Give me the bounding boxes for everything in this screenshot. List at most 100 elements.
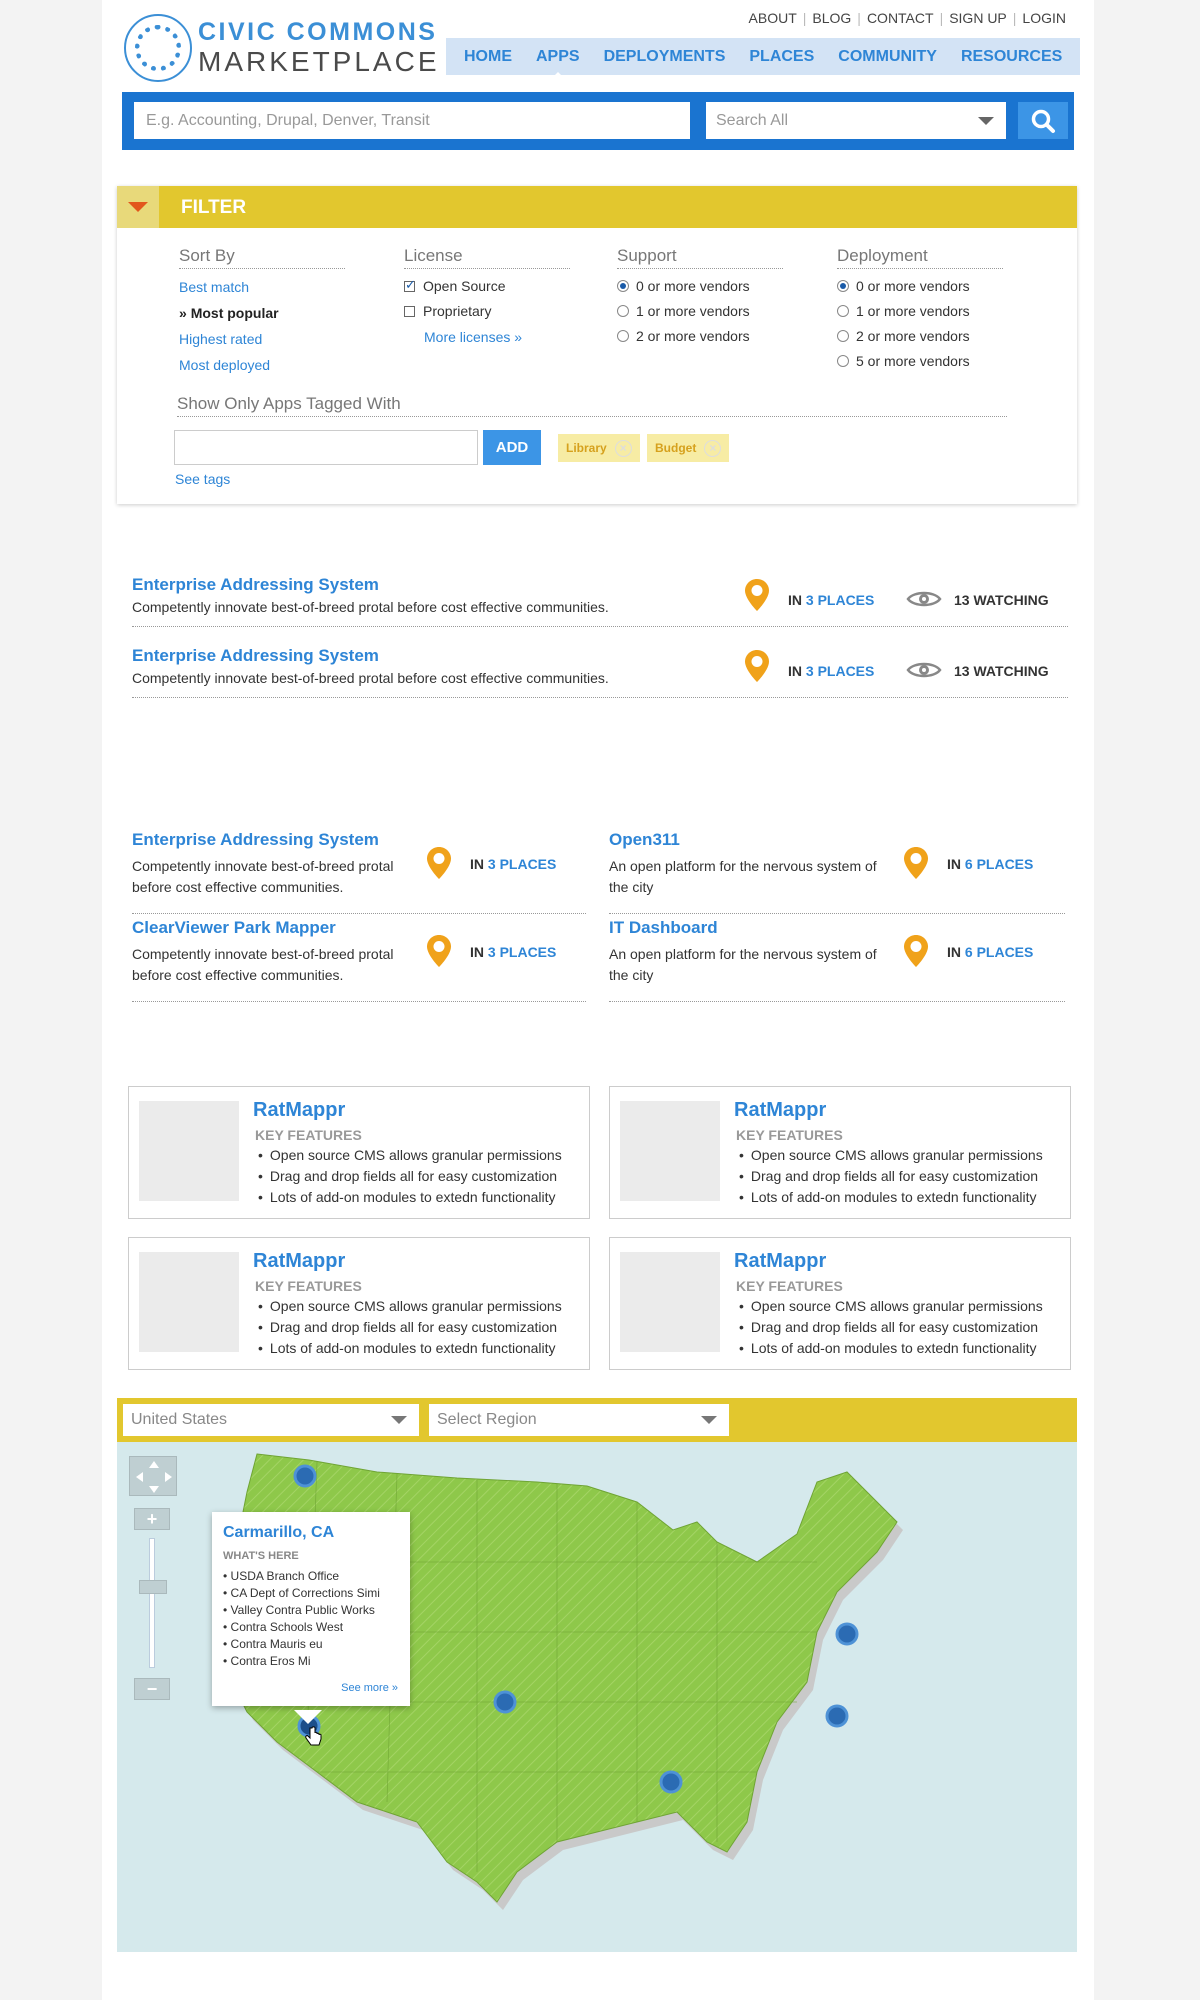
radio-selected[interactable] [617,280,629,292]
tag-input[interactable] [174,430,478,465]
radio-selected[interactable] [837,280,849,292]
app-title-link[interactable]: Enterprise Addressing System [132,830,379,850]
card-title[interactable]: RatMappr [734,1250,826,1273]
radio[interactable] [837,355,849,367]
sort-most-popular-label: Most popular [190,305,279,321]
sort-best-match[interactable]: Best match [179,279,345,295]
app-description: Competently innovate best-of-breed prota… [132,946,394,983]
deployment-option[interactable]: 2 or more vendors [837,328,1003,344]
popup-item: Contra Schools West [223,1619,380,1636]
app-card[interactable]: RatMappr KEY FEATURES Open source CMS al… [128,1237,590,1370]
see-more-link[interactable]: See more » [341,1682,398,1694]
region-select[interactable]: Select Region [429,1404,729,1436]
support-option[interactable]: 0 or more vendors [617,278,783,294]
see-tags-link[interactable]: See tags [175,471,230,487]
zoom-out-button[interactable]: − [134,1678,170,1700]
add-tag-button[interactable]: ADD [483,430,541,465]
feature-list: Open source CMS allows granular permissi… [748,1145,1043,1208]
radio[interactable] [837,305,849,317]
app-title-link[interactable]: ClearViewer Park Mapper [132,918,336,938]
nav-resources[interactable]: RESOURCES [961,48,1062,66]
places-link[interactable]: 3 PLACES [806,663,874,679]
map-marker[interactable] [835,1622,859,1646]
card-title[interactable]: RatMappr [253,1099,345,1122]
app-card[interactable]: RatMappr KEY FEATURES Open source CMS al… [128,1086,590,1219]
support-option-label: 0 or more vendors [636,278,750,294]
places-link[interactable]: 6 PLACES [965,944,1033,960]
main-nav: HOME APPS DEPLOYMENTS PLACES COMMUNITY R… [446,38,1080,78]
feature-item: Drag and drop fields all for easy custom… [267,1166,562,1187]
map-marker[interactable] [825,1704,849,1728]
support-option[interactable]: 2 or more vendors [617,328,783,344]
zoom-slider-handle[interactable] [139,1580,167,1594]
app-title-link[interactable]: Enterprise Addressing System [132,575,379,595]
sort-most-popular[interactable]: » Most popular [179,305,345,321]
deployment-option[interactable]: 5 or more vendors [837,353,1003,369]
close-icon[interactable]: × [614,439,632,457]
app-title-link[interactable]: IT Dashboard [609,918,718,938]
places-count: IN 3 PLACES [470,856,557,872]
deployment-option[interactable]: 0 or more vendors [837,278,1003,294]
map-view[interactable]: + − Carmarillo, CA WHAT'S HERE USDA Bran… [117,1442,1077,1952]
region-select-label: Select Region [437,1411,537,1428]
nav-places[interactable]: PLACES [749,48,814,66]
map-marker[interactable] [493,1690,517,1714]
more-licenses-link[interactable]: More licenses » [424,329,570,345]
nav-deployments[interactable]: DEPLOYMENTS [604,48,726,66]
search-input[interactable]: E.g. Accounting, Drupal, Denver, Transit [134,102,690,139]
card-title[interactable]: RatMappr [734,1099,826,1122]
zoom-slider-track[interactable] [149,1538,155,1668]
toplink-login[interactable]: LOGIN [1022,10,1066,26]
logo-subtitle: MARKETPLACE [198,46,440,77]
map-pin-icon [427,847,451,879]
license-proprietary[interactable]: Proprietary [404,303,570,319]
filter-header[interactable] [117,186,1077,228]
app-description: Competently innovate best-of-breed prota… [132,670,609,686]
close-icon[interactable]: × [704,439,722,457]
places-count: IN 3 PLACES [788,592,875,608]
radio[interactable] [617,330,629,342]
country-select[interactable]: United States [123,1404,419,1436]
places-link[interactable]: 6 PLACES [965,856,1033,872]
toplink-about[interactable]: ABOUT [749,10,797,26]
card-title[interactable]: RatMappr [253,1250,345,1273]
search-scope-select[interactable]: Search All [706,102,1006,139]
places-link[interactable]: 3 PLACES [806,592,874,608]
app-card[interactable]: RatMappr KEY FEATURES Open source CMS al… [609,1237,1071,1370]
sort-highest-rated[interactable]: Highest rated [179,331,345,347]
toplink-signup[interactable]: SIGN UP [949,10,1007,26]
places-link[interactable]: 3 PLACES [488,944,556,960]
zoom-in-button[interactable]: + [134,1508,170,1530]
app-card[interactable]: RatMappr KEY FEATURES Open source CMS al… [609,1086,1071,1219]
app-title-link[interactable]: Enterprise Addressing System [132,646,379,666]
nav-community[interactable]: COMMUNITY [838,48,937,66]
radio[interactable] [617,305,629,317]
pan-control[interactable] [129,1456,177,1496]
feature-list: Open source CMS allows granular permissi… [267,1296,562,1359]
license-open-source[interactable]: Open Source [404,277,570,294]
deployment-option-label: 1 or more vendors [856,303,970,319]
search-button[interactable] [1018,102,1068,139]
checkbox[interactable] [404,305,415,317]
support-option[interactable]: 1 or more vendors [617,303,783,319]
radio[interactable] [837,330,849,342]
map-marker[interactable] [293,1464,317,1488]
logo-icon[interactable] [124,14,192,82]
key-features-heading: KEY FEATURES [255,1278,362,1294]
grid-item: IT Dashboard An open platform for the ne… [609,914,1065,1002]
toplink-blog[interactable]: BLOG [812,10,851,26]
checkbox-checked[interactable] [404,277,416,293]
toplink-contact[interactable]: CONTACT [867,10,934,26]
nav-apps[interactable]: APPS [536,48,580,78]
map-pin-icon [904,847,928,879]
deployment-option[interactable]: 1 or more vendors [837,303,1003,319]
map-marker[interactable] [659,1770,683,1794]
popup-item: Contra Mauris eu [223,1636,380,1653]
places-link[interactable]: 3 PLACES [488,856,556,872]
collapse-triangle-icon[interactable] [117,186,159,228]
app-title-link[interactable]: Open311 [609,830,680,850]
popup-title[interactable]: Carmarillo, CA [223,1524,334,1542]
nav-home[interactable]: HOME [464,48,512,66]
support-option-label: 2 or more vendors [636,328,750,344]
sort-most-deployed[interactable]: Most deployed [179,357,345,373]
